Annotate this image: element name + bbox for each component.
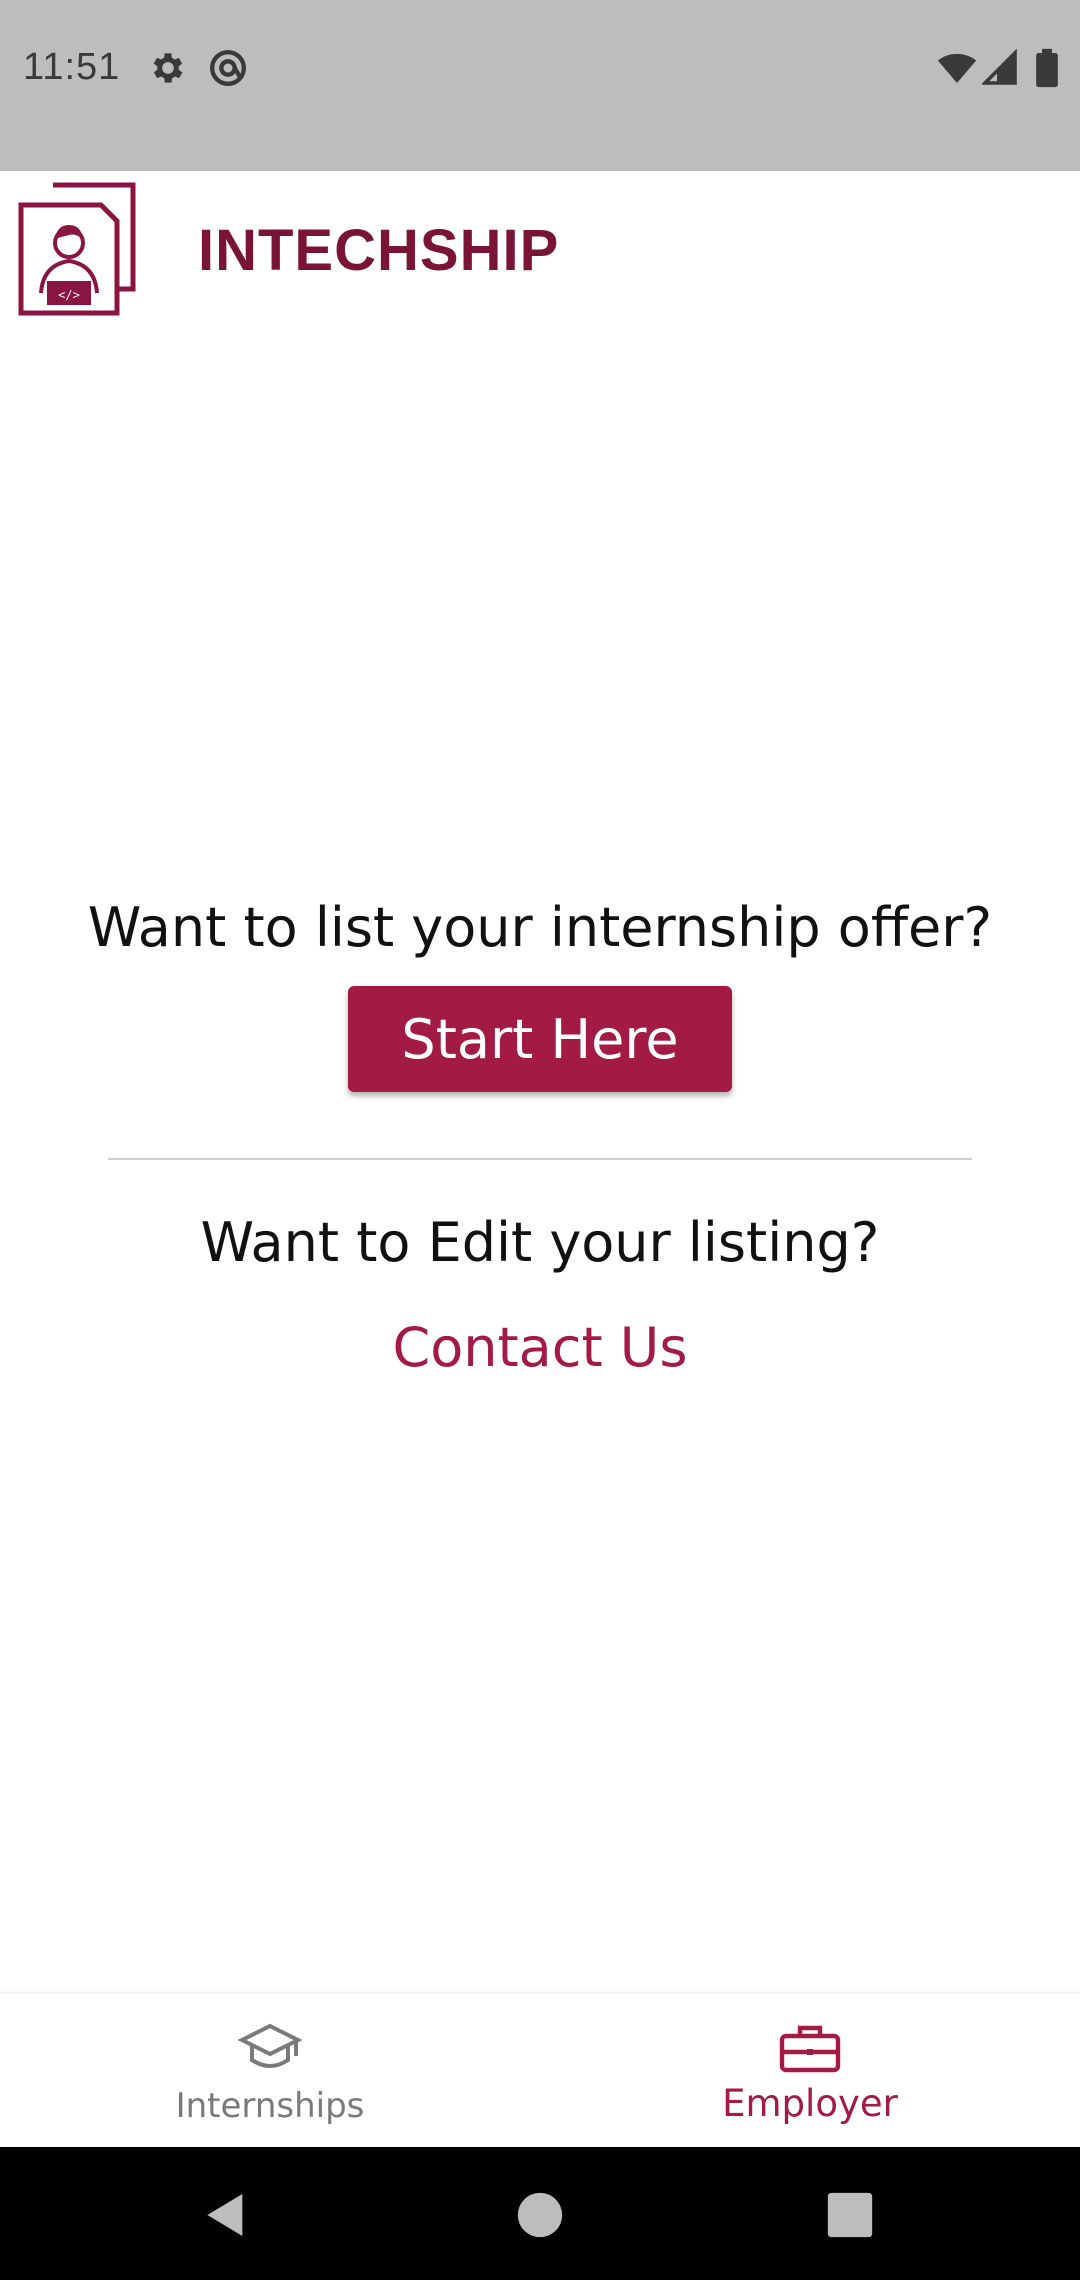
- status-time: 11:51: [23, 46, 121, 88]
- briefcase-icon: [779, 2025, 841, 2073]
- app-header: </> INTECHSHIP: [0, 171, 1080, 321]
- intern-developer-logo-icon: </>: [18, 182, 136, 316]
- system-navigation-bar: [0, 2147, 1080, 2280]
- gear-icon: [153, 53, 183, 83]
- start-here-button[interactable]: Start Here: [348, 986, 732, 1092]
- home-icon[interactable]: [512, 2187, 568, 2243]
- status-bar: 11:51: [0, 0, 1080, 171]
- nav-tab-internships[interactable]: Internships: [0, 1994, 540, 2149]
- edit-listing-prompt: Want to Edit your listing?: [200, 1211, 880, 1274]
- signal-icon: [982, 48, 1017, 85]
- wifi-icon: [937, 53, 977, 83]
- svg-text:</>: </>: [58, 288, 80, 302]
- list-offer-prompt: Want to list your internship offer?: [87, 896, 993, 959]
- at-sign-icon: [210, 50, 246, 86]
- bottom-navigation: Internships Employer: [0, 1992, 1080, 2147]
- nav-label-internships: Internships: [175, 2086, 365, 2126]
- section-divider: [108, 1158, 972, 1160]
- back-icon[interactable]: [198, 2187, 254, 2243]
- nav-label-employer: Employer: [722, 2082, 898, 2125]
- nav-tab-employer[interactable]: Employer: [540, 1994, 1080, 2149]
- battery-icon: [1036, 48, 1058, 88]
- recents-icon[interactable]: [822, 2187, 878, 2243]
- app-brand-title: INTECHSHIP: [198, 218, 560, 283]
- graduation-cap-icon: [238, 2023, 302, 2068]
- contact-us-link[interactable]: Contact Us: [0, 1316, 1080, 1379]
